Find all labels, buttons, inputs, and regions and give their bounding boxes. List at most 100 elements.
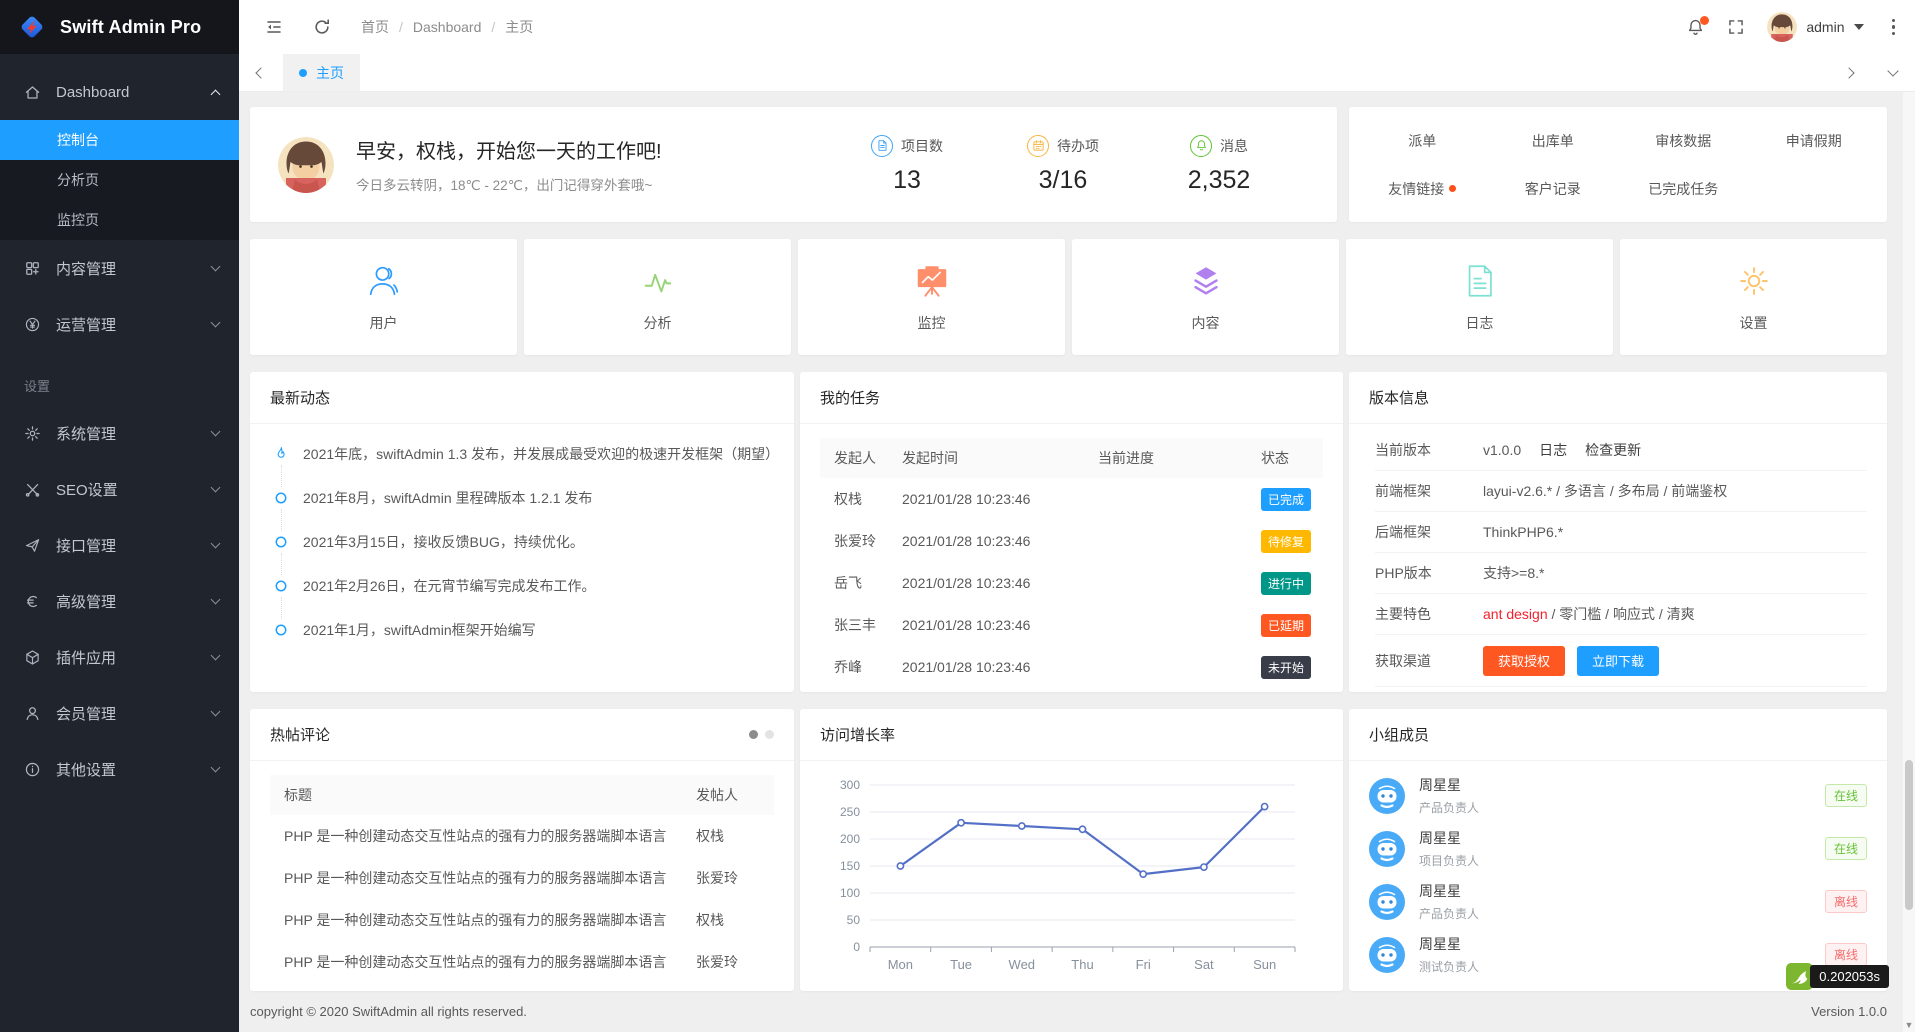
version-row: 获取渠道 获取授权立即下载 [1375,635,1867,687]
sidebar-item[interactable]: 运营管理 [0,296,239,352]
version-action-button[interactable]: 获取授权 [1483,646,1565,676]
user-big-icon [365,262,403,300]
circle-icon [273,578,289,594]
chevron-down-icon [211,482,221,492]
app-logo-icon [16,11,48,43]
user-icon [24,704,42,722]
member-status-badge: 离线 [1825,890,1867,913]
svg-text:0: 0 [853,940,860,954]
refresh-icon[interactable] [313,18,331,36]
top-navbar: 首页Dashboard主页 admin [239,0,1915,54]
task-time: 2021/01/28 10:23:46 [902,533,1098,549]
quick-link[interactable]: 申请假期 [1749,131,1880,151]
news-timeline: 2021年底，swiftAdmin 1.3 发布，并发展成最受欢迎的极速开发框架… [250,424,794,666]
quick-link[interactable]: 审核数据 [1618,131,1749,151]
breadcrumb-item[interactable]: Dashboard [389,19,481,35]
sidebar-menu: Dashboard 控制台分析页监控页 内容管理 运营管理 设置 系统管理 SE… [0,54,239,797]
user-menu[interactable]: admin [1767,12,1863,42]
member-role: 产品负责人 [1419,799,1479,816]
version-row: PHP版本 支持>=8.* [1375,553,1867,594]
breadcrumb-item[interactable]: 主页 [481,17,533,37]
sidebar-item[interactable]: 接口管理 [0,517,239,573]
quick-links-card: 派单出库单审核数据申请假期友情链接客户记录已完成任务 [1349,107,1887,222]
shortcut-card[interactable]: 分析 [524,239,791,355]
breadcrumb: 首页Dashboard主页 [361,17,533,37]
task-row: 岳飞 2021/01/28 10:23:46 进行中 [820,562,1323,604]
shortcut-card[interactable]: 内容 [1072,239,1339,355]
sidebar-subitem[interactable]: 控制台 [0,120,239,160]
comments-table-header: 标题发帖人 [270,775,774,815]
shortcut-card[interactable]: 监控 [798,239,1065,355]
member-avatar [1369,937,1405,973]
comment-row: PHP 是一种创建动态交互性站点的强有力的服务器端脚本语言 权栈 [270,899,774,941]
comment-author: 张爱玲 [696,868,774,888]
version-link[interactable]: 检查更新 [1585,440,1641,460]
chevron-down-icon [211,594,221,604]
chevron-down-icon [211,538,221,548]
scrollbar-down-arrow[interactable]: ▼ [1903,1020,1915,1030]
more-options-icon[interactable] [1886,17,1902,38]
sidebar-item[interactable]: 系统管理 [0,405,239,461]
sidebar-item[interactable]: 插件应用 [0,629,239,685]
home-icon [24,83,42,101]
member-status-badge: 在线 [1825,837,1867,860]
version-value: 支持>=8.* [1483,563,1544,583]
members-card-title: 小组成员 [1349,709,1887,761]
tabs-scroll-right-button[interactable] [1827,54,1871,91]
quick-link[interactable]: 已完成任务 [1618,179,1749,199]
tasks-card: 我的任务 发起人发起时间 当前进度状态 权栈 2021/01/28 10:23:… [800,372,1343,692]
task-row: 张爱玲 2021/01/28 10:23:46 待修复 [820,520,1323,562]
sidebar-item[interactable]: Dashboard [0,64,239,120]
timeline-item: 2021年1月，swiftAdmin框架开始编写 [272,622,770,666]
quick-link[interactable]: 派单 [1357,131,1488,151]
sidebar-subitem[interactable]: 监控页 [0,200,239,240]
quick-link[interactable]: 友情链接 [1357,179,1488,199]
file-icon [871,135,893,157]
chevron-up-icon [211,89,221,99]
tabs-scroll-left-button[interactable] [239,54,283,91]
task-row: 张三丰 2021/01/28 10:23:46 已延期 [820,604,1323,646]
comments-table: 标题发帖人 PHP 是一种创建动态交互性站点的强有力的服务器端脚本语言 权栈 P… [270,775,774,991]
svg-text:100: 100 [840,886,860,900]
page-scrollbar[interactable]: ▼ [1903,92,1915,1032]
shortcut-card[interactable]: 日志 [1346,239,1613,355]
svg-text:Sun: Sun [1253,957,1276,972]
growth-chart-svg: 050100150200250300MonTueWedThuFriSatSun [800,763,1343,989]
shortcut-card[interactable]: 设置 [1620,239,1887,355]
member-avatar [1369,778,1405,814]
comment-row: PHP 是一种创建动态交互性站点的强有力的服务器端脚本语言 权栈 [270,983,774,991]
fullscreen-icon[interactable] [1727,18,1745,36]
version-label: 主要特色 [1375,604,1483,624]
comment-title: PHP 是一种创建动态交互性站点的强有力的服务器端脚本语言 [270,868,696,888]
task-owner: 乔峰 [820,657,902,677]
sidebar-item[interactable]: 高级管理 [0,573,239,629]
shortcut-card[interactable]: 用户 [250,239,517,355]
version-action-button[interactable]: 立即下载 [1577,646,1659,676]
tabs-list-button[interactable] [1871,54,1915,91]
comments-card-title: 热帖评论 [270,724,330,745]
version-link[interactable]: 日志 [1539,440,1567,460]
carousel-dot[interactable] [749,730,758,739]
shortcut-label: 设置 [1740,313,1768,333]
stat-value: 2,352 [1169,166,1269,195]
quick-link[interactable]: 客户记录 [1488,179,1619,199]
sidebar-item[interactable]: 会员管理 [0,685,239,741]
chart-card-title: 访问增长率 [800,709,1343,761]
tab-home[interactable]: 主页 [283,54,360,91]
carousel-dot[interactable] [765,730,774,739]
breadcrumb-item[interactable]: 首页 [361,17,389,37]
sidebar-item[interactable]: SEO设置 [0,461,239,517]
news-card: 最新动态 2021年底，swiftAdmin 1.3 发布，并发展成最受欢迎的极… [250,372,794,692]
sidebar-item[interactable]: 其他设置 [0,741,239,797]
sidebar-item[interactable]: 内容管理 [0,240,239,296]
scrollbar-thumb[interactable] [1905,760,1913,910]
chevron-down-icon [211,762,221,772]
version-value: layui-v2.6.* / 多语言 / 多布局 / 前端鉴权 [1483,481,1727,501]
stat-block: 项目数 13 [857,135,957,195]
sidebar-subitem[interactable]: 分析页 [0,160,239,200]
quick-link[interactable]: 出库单 [1488,131,1619,151]
notification-bell-icon[interactable] [1686,18,1705,37]
yen-icon [24,315,42,333]
shortcut-label: 用户 [370,313,398,333]
collapse-sidebar-icon[interactable] [265,18,283,36]
